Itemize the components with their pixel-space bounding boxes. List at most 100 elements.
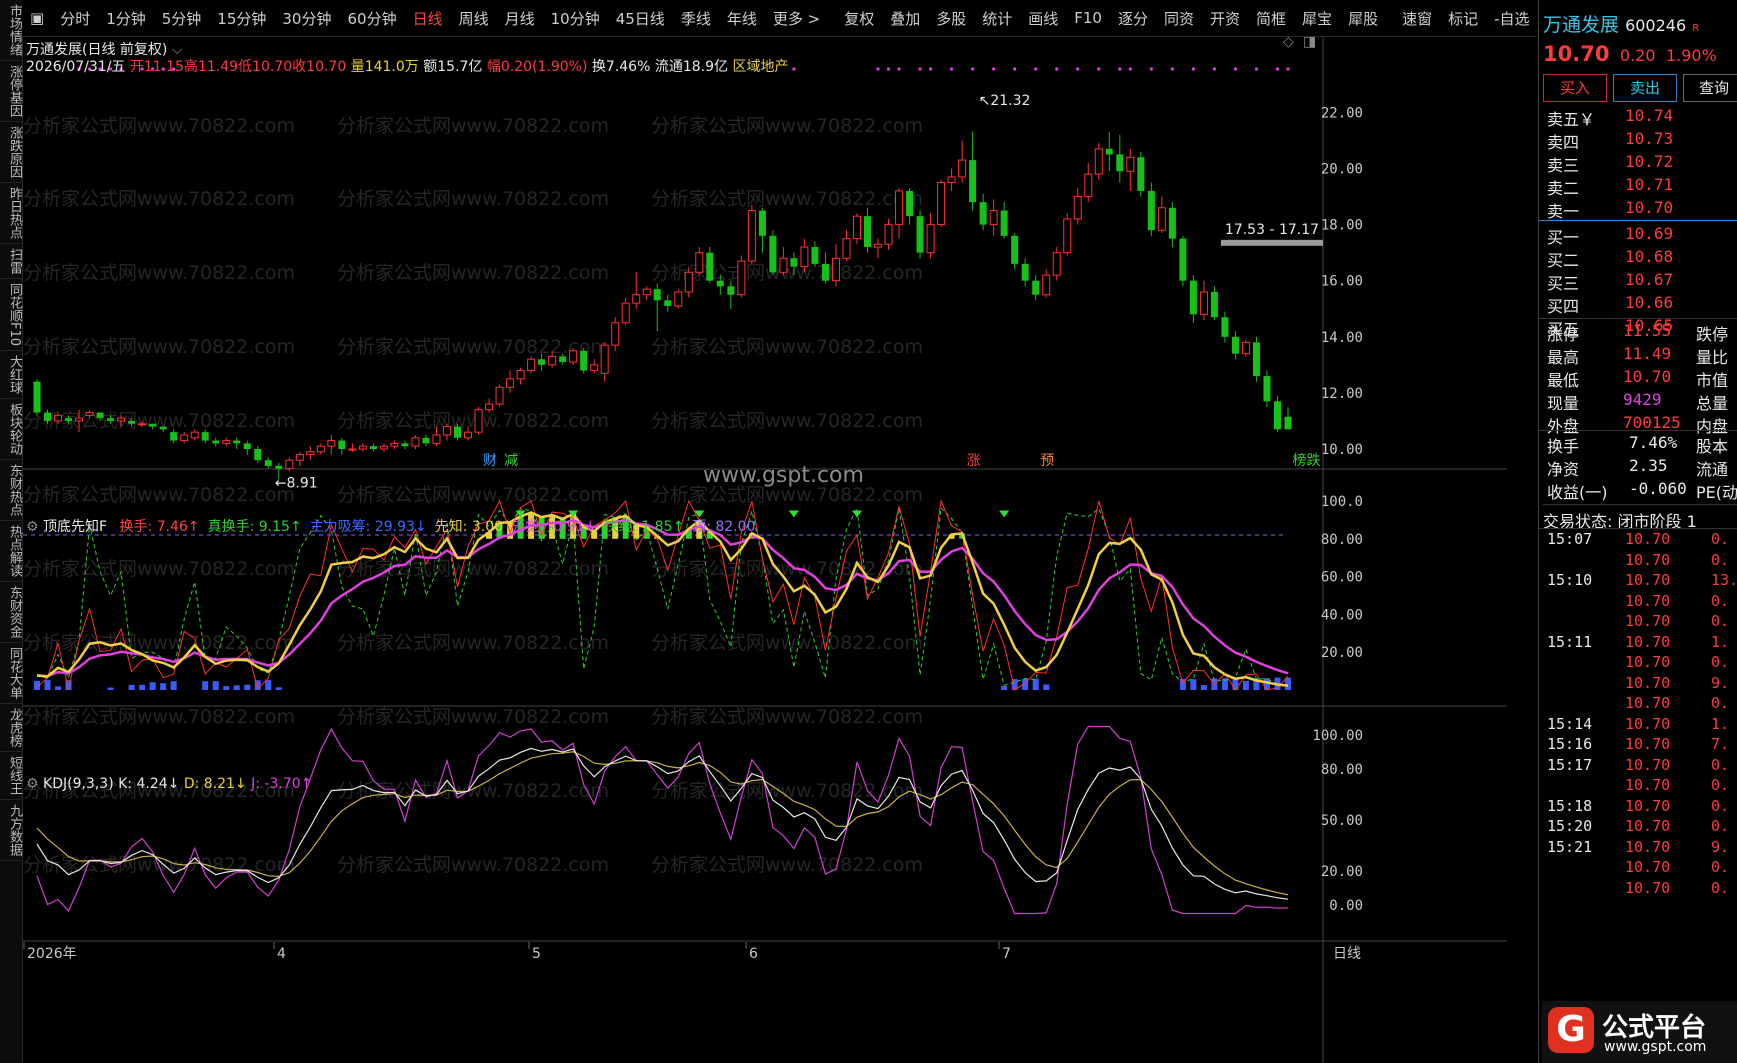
bid-row[interactable]: 买四 10.66 bbox=[1539, 291, 1737, 316]
sidebar-item[interactable]: 东财资金 bbox=[0, 582, 22, 644]
menu-item[interactable]: 年线 bbox=[719, 8, 765, 29]
menu-item[interactable]: 叠加 bbox=[882, 8, 928, 29]
candle bbox=[1263, 370, 1271, 407]
accumulation-bar bbox=[244, 684, 251, 690]
menu-item[interactable]: 逐分 bbox=[1110, 8, 1156, 29]
menu-item[interactable]: 5分钟 bbox=[154, 8, 210, 29]
tick-time: 15:14 bbox=[1547, 714, 1593, 733]
ask-row[interactable]: 卖一 10.70 bbox=[1539, 196, 1737, 221]
bar-high: 高11.49 bbox=[183, 59, 239, 75]
candle bbox=[674, 289, 683, 309]
event-marker[interactable]: 财 bbox=[483, 453, 497, 469]
sidebar-item[interactable]: 龙虎榜 bbox=[0, 704, 22, 753]
accumulation-bar bbox=[1032, 678, 1039, 690]
menu-item[interactable]: 60分钟 bbox=[339, 8, 404, 29]
accumulation-bar bbox=[149, 682, 156, 690]
sidebar-item[interactable]: 扫雷 bbox=[0, 244, 22, 279]
menu-item[interactable]: 标记 bbox=[1440, 8, 1486, 29]
sidebar-item[interactable]: 短线王 bbox=[0, 752, 22, 801]
event-marker[interactable]: 预 bbox=[1040, 453, 1054, 469]
indicator2-name[interactable]: KDJ(9,3,3) bbox=[43, 776, 114, 792]
candle bbox=[852, 213, 861, 245]
menu-item[interactable]: 犀股 bbox=[1340, 8, 1386, 29]
indicator1-value: 顶: 82.00 bbox=[692, 519, 756, 535]
menu-item[interactable]: 15分钟 bbox=[209, 8, 274, 29]
candle bbox=[884, 218, 893, 250]
menu-item[interactable]: 日线 bbox=[405, 8, 451, 29]
settings-icon[interactable]: ⚙ bbox=[26, 519, 39, 535]
menu-item[interactable]: 10分钟 bbox=[543, 8, 608, 29]
bid-price: 10.66 bbox=[1625, 293, 1674, 312]
menu-item[interactable]: F10 bbox=[1066, 9, 1110, 27]
menu-item[interactable]: 速窗 bbox=[1394, 8, 1440, 29]
top-signal-triangle bbox=[999, 510, 1010, 518]
ask-row[interactable]: 卖三 10.72 bbox=[1539, 150, 1737, 175]
menu-item[interactable]: 45日线 bbox=[608, 8, 673, 29]
candle bbox=[401, 440, 409, 449]
watermark-text: 分析家公式网www.70822.com bbox=[23, 336, 295, 358]
menu-item[interactable]: 同资 bbox=[1156, 8, 1202, 29]
bid-row[interactable]: 买一 10.69 bbox=[1539, 222, 1737, 247]
window-icon[interactable]: ◨ bbox=[1303, 37, 1316, 50]
menu-item[interactable]: 犀宝 bbox=[1294, 8, 1340, 29]
indicator2-axis-tick: 0.00 bbox=[1329, 898, 1363, 914]
menu-item[interactable]: 更多 > bbox=[765, 8, 828, 29]
candle bbox=[254, 446, 262, 464]
sell-button[interactable]: 卖出 bbox=[1613, 74, 1677, 102]
menu-item[interactable]: -自选 bbox=[1486, 8, 1537, 29]
bid-row[interactable]: 买三 10.67 bbox=[1539, 268, 1737, 293]
candle bbox=[1063, 213, 1072, 256]
event-marker[interactable]: 涨 bbox=[967, 453, 981, 469]
buy-button[interactable]: 买入 bbox=[1543, 74, 1607, 102]
menu-item[interactable]: 季线 bbox=[673, 8, 719, 29]
menu-item[interactable]: 月线 bbox=[497, 8, 543, 29]
sidebar-item[interactable]: 同花顺F10 bbox=[0, 279, 22, 352]
settings-icon[interactable]: ⚙ bbox=[26, 776, 39, 792]
sidebar-item[interactable]: 市场情绪 bbox=[0, 0, 22, 61]
sidebar-item[interactable]: 涨停基因 bbox=[0, 61, 22, 122]
indicator2-axis-tick: 80.00 bbox=[1321, 762, 1363, 778]
diamond-icon[interactable]: ◇ bbox=[1283, 37, 1294, 50]
sidebar-item[interactable]: 大红球 bbox=[0, 351, 22, 400]
event-marker[interactable]: 减 bbox=[504, 453, 518, 469]
menu-toggle-icon[interactable]: ▣ bbox=[22, 9, 52, 27]
menu-item[interactable]: 开资 bbox=[1202, 8, 1248, 29]
candle bbox=[1105, 132, 1113, 172]
signal-dot bbox=[1212, 67, 1217, 71]
signal-dot bbox=[1128, 67, 1132, 71]
menu-item[interactable]: 1分钟 bbox=[98, 8, 154, 29]
menu-item[interactable]: 简框 bbox=[1248, 8, 1294, 29]
menu-item[interactable]: 分时 bbox=[52, 8, 98, 29]
menu-item[interactable]: 周线 bbox=[451, 8, 497, 29]
bid-row[interactable]: 买二 10.68 bbox=[1539, 245, 1737, 270]
menu-item[interactable]: 画线 bbox=[1020, 8, 1066, 29]
sidebar-item[interactable]: 同花大单 bbox=[0, 643, 22, 705]
menu-item[interactable]: 复权 bbox=[836, 8, 882, 29]
signal-dot bbox=[1191, 67, 1195, 71]
sidebar-item[interactable]: 涨跌原因 bbox=[0, 122, 22, 183]
ask-row[interactable]: 卖二 10.71 bbox=[1539, 173, 1737, 198]
sector-tag[interactable]: 区域地产 bbox=[732, 59, 788, 75]
period-label[interactable]: 日线 bbox=[1333, 946, 1361, 962]
bar-date: 2026/07/31/五 bbox=[26, 59, 126, 75]
menu-item[interactable]: 多股 bbox=[928, 8, 974, 29]
tick-time: 15:10 bbox=[1547, 571, 1593, 589]
sidebar-item[interactable]: 九方数据 bbox=[0, 800, 22, 862]
sidebar-item[interactable]: 热点解读 bbox=[0, 521, 22, 583]
menu-item[interactable]: 统计 bbox=[974, 8, 1020, 29]
candle bbox=[758, 207, 766, 253]
ask-row[interactable]: 卖四 10.73 bbox=[1539, 127, 1737, 152]
event-marker[interactable]: 榜跌 bbox=[1293, 452, 1321, 469]
sidebar-item[interactable]: 板块轮动 bbox=[0, 399, 22, 461]
ask-row[interactable]: 卖五￥ 10.74 bbox=[1539, 104, 1737, 129]
ask-price: 10.73 bbox=[1625, 129, 1674, 148]
query-button[interactable]: 查询 bbox=[1683, 74, 1737, 102]
candle bbox=[642, 286, 651, 301]
sidebar-item[interactable]: 东财热点 bbox=[0, 460, 22, 522]
candle bbox=[348, 443, 357, 452]
indicator1-name[interactable]: 顶底先知F bbox=[43, 519, 107, 535]
candle bbox=[979, 193, 987, 231]
bar-turnover: 换7.46% bbox=[591, 59, 651, 75]
sidebar-item[interactable]: 昨日热点 bbox=[0, 183, 22, 244]
menu-item[interactable]: 30分钟 bbox=[274, 8, 339, 29]
